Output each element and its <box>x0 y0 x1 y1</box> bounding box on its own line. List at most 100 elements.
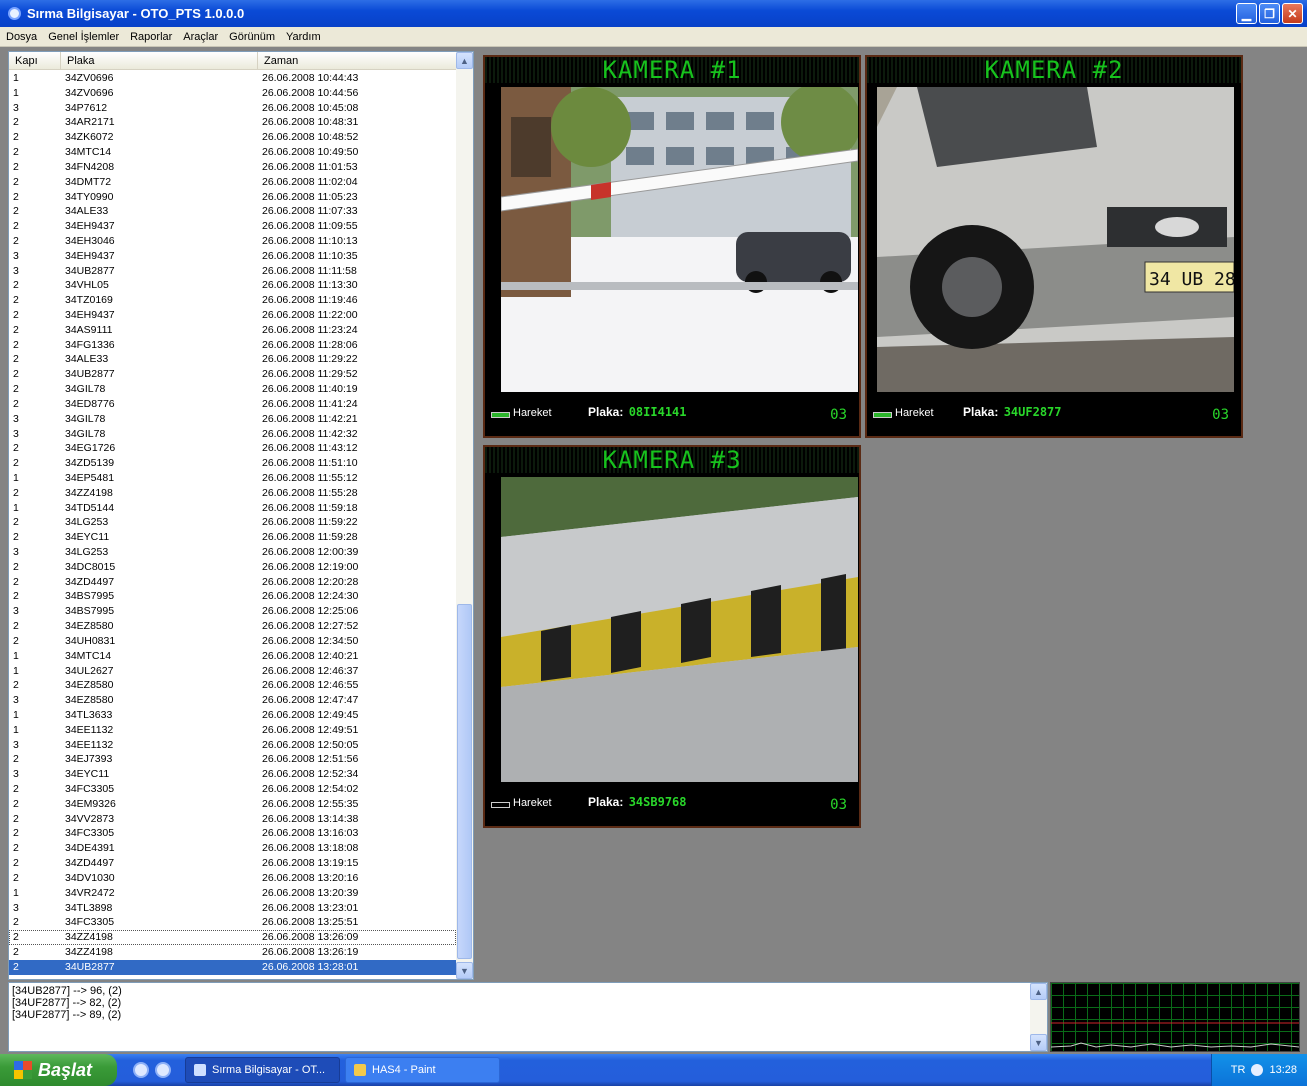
table-row[interactable]: 2 34ALE33 26.06.2008 11:29:22 <box>9 352 456 367</box>
restore-button[interactable]: ❐ <box>1259 3 1280 24</box>
table-row[interactable]: 2 34ALE33 26.06.2008 11:07:33 <box>9 204 456 219</box>
plate-label: Plaka: <box>588 405 624 419</box>
camera-view-3[interactable] <box>501 477 858 782</box>
column-zaman[interactable]: Zaman <box>258 52 456 69</box>
table-row[interactable]: 3 34EZ8580 26.06.2008 12:47:47 <box>9 693 456 708</box>
log-scroll-up-button[interactable]: ▲ <box>1030 983 1047 1000</box>
table-row[interactable]: 3 34P7612 26.06.2008 10:45:08 <box>9 101 456 116</box>
table-row[interactable]: 3 34TL3898 26.06.2008 13:23:01 <box>9 901 456 916</box>
table-row[interactable]: 2 34UB2877 26.06.2008 11:29:52 <box>9 367 456 382</box>
column-kapi[interactable]: Kapı <box>9 52 61 69</box>
log-scroll-down-button[interactable]: ▼ <box>1030 1034 1047 1051</box>
table-row[interactable]: 2 34ZD4497 26.06.2008 12:20:28 <box>9 575 456 590</box>
table-row[interactable]: 2 34FG1336 26.06.2008 11:28:06 <box>9 338 456 353</box>
table-row[interactable]: 2 34ED8776 26.06.2008 11:41:24 <box>9 397 456 412</box>
table-row[interactable]: 2 34TY0990 26.06.2008 11:05:23 <box>9 190 456 205</box>
table-row[interactable]: 2 34FC3305 26.06.2008 12:54:02 <box>9 782 456 797</box>
taskbar-app-paint[interactable]: HAS4 - Paint <box>345 1057 500 1083</box>
start-button[interactable]: Başlat <box>0 1054 117 1086</box>
table-row[interactable]: 2 34TZ0169 26.06.2008 11:19:46 <box>9 293 456 308</box>
table-row[interactable]: 3 34GIL78 26.06.2008 11:42:21 <box>9 412 456 427</box>
cell-zaman: 26.06.2008 11:01:53 <box>262 160 358 173</box>
table-row[interactable]: 2 34DV1030 26.06.2008 13:20:16 <box>9 871 456 886</box>
table-row[interactable]: 2 34EH3046 26.06.2008 11:10:13 <box>9 234 456 249</box>
table-row[interactable]: 2 34EYC11 26.06.2008 11:59:28 <box>9 530 456 545</box>
table-row[interactable]: 2 34FC3305 26.06.2008 13:25:51 <box>9 915 456 930</box>
column-plaka[interactable]: Plaka <box>61 52 258 69</box>
scroll-up-icon: ▲ <box>460 55 469 66</box>
table-row[interactable]: 1 34VR2472 26.06.2008 13:20:39 <box>9 886 456 901</box>
table-row[interactable]: 3 34EH9437 26.06.2008 11:10:35 <box>9 249 456 264</box>
table-row[interactable]: 2 34ZD5139 26.06.2008 11:51:10 <box>9 456 456 471</box>
table-row[interactable]: 2 34ZZ4198 26.06.2008 11:55:28 <box>9 486 456 501</box>
menu-araclar[interactable]: Araçlar <box>183 31 218 43</box>
table-row[interactable]: 3 34EYC11 26.06.2008 12:52:34 <box>9 767 456 782</box>
table-row[interactable]: 2 34MTC14 26.06.2008 10:49:50 <box>9 145 456 160</box>
table-row[interactable]: 1 34ZV0696 26.06.2008 10:44:56 <box>9 86 456 101</box>
menu-genel-islemler[interactable]: Genel İşlemler <box>48 31 119 43</box>
cell-kapi: 2 <box>13 753 19 766</box>
table-row[interactable]: 2 34GIL78 26.06.2008 11:40:19 <box>9 382 456 397</box>
camera-view-1[interactable] <box>501 87 858 392</box>
table-row[interactable]: 2 34DC8015 26.06.2008 12:19:00 <box>9 560 456 575</box>
camera-title: KAMERA #2 <box>867 57 1241 83</box>
table-row[interactable]: 1 34EP5481 26.06.2008 11:55:12 <box>9 471 456 486</box>
table-row[interactable]: 3 34LG253 26.06.2008 12:00:39 <box>9 545 456 560</box>
table-row[interactable]: 3 34BS7995 26.06.2008 12:25:06 <box>9 604 456 619</box>
scroll-thumb[interactable] <box>457 604 472 959</box>
table-row[interactable]: 2 34LG253 26.06.2008 11:59:22 <box>9 515 456 530</box>
menu-gorunum[interactable]: Görünüm <box>229 31 275 43</box>
table-row[interactable]: 2 34ZZ4198 26.06.2008 13:26:19 <box>9 945 456 960</box>
table-row[interactable]: 2 34DE4391 26.06.2008 13:18:08 <box>9 841 456 856</box>
table-row[interactable]: 2 34EH9437 26.06.2008 11:09:55 <box>9 219 456 234</box>
table-row[interactable]: 2 34ZZ4198 26.06.2008 13:26:09 <box>9 930 456 945</box>
table-row[interactable]: 2 34EZ8580 26.06.2008 12:46:55 <box>9 678 456 693</box>
table-row[interactable]: 3 34GIL78 26.06.2008 11:42:32 <box>9 427 456 442</box>
quicklaunch-icon[interactable] <box>155 1062 171 1078</box>
table-row[interactable]: 2 34EZ8580 26.06.2008 12:27:52 <box>9 619 456 634</box>
list-scrollbar[interactable]: ▲ ▼ <box>456 52 473 979</box>
table-row[interactable]: 1 34TD5144 26.06.2008 11:59:18 <box>9 501 456 516</box>
menu-dosya[interactable]: Dosya <box>6 31 37 43</box>
camera-footer: Hareket Plaka: 34SB9768 03 <box>485 791 859 819</box>
language-indicator[interactable]: TR <box>1231 1064 1246 1076</box>
table-row[interactable]: 1 34TL3633 26.06.2008 12:49:45 <box>9 708 456 723</box>
table-row[interactable]: 2 34EM9326 26.06.2008 12:55:35 <box>9 797 456 812</box>
windows-flag-icon <box>14 1061 32 1079</box>
minimize-button[interactable]: ▁ <box>1236 3 1257 24</box>
table-row[interactable]: 2 34ZK6072 26.06.2008 10:48:52 <box>9 130 456 145</box>
scroll-down-button[interactable]: ▼ <box>456 962 473 979</box>
cell-zaman: 26.06.2008 12:51:56 <box>262 753 359 766</box>
table-row[interactable]: 2 34VHL05 26.06.2008 11:13:30 <box>9 278 456 293</box>
table-row[interactable]: 2 34ZD4497 26.06.2008 13:19:15 <box>9 856 456 871</box>
camera-view-2[interactable]: 34 UB 2877 <box>877 87 1234 392</box>
recognition-log[interactable]: [34UB2877] --> 96, (2) [34UF2877] --> 82… <box>8 982 1048 1052</box>
network-icon[interactable] <box>1251 1064 1264 1076</box>
table-row[interactable]: 3 34UB2877 26.06.2008 11:11:58 <box>9 264 456 279</box>
table-row[interactable]: 2 34AR2171 26.06.2008 10:48:31 <box>9 115 456 130</box>
table-row[interactable]: 2 34UH0831 26.06.2008 12:34:50 <box>9 634 456 649</box>
table-row[interactable]: 2 34DMT72 26.06.2008 11:02:04 <box>9 175 456 190</box>
table-row[interactable]: 1 34UL2627 26.06.2008 12:46:37 <box>9 664 456 679</box>
taskbar-app-sirma[interactable]: Sırma Bilgisayar - OT... <box>185 1057 340 1083</box>
plate-log-list[interactable]: Kapı Plaka Zaman 1 34ZV0696 26.06.2008 10:… <box>8 51 474 980</box>
table-row[interactable]: 1 34EE1132 26.06.2008 12:49:51 <box>9 723 456 738</box>
close-button[interactable]: ✕ <box>1282 3 1303 24</box>
table-row[interactable]: 2 34EJ7393 26.06.2008 12:51:56 <box>9 752 456 767</box>
table-row[interactable]: 2 34FN4208 26.06.2008 11:01:53 <box>9 160 456 175</box>
table-row[interactable]: 2 34FC3305 26.06.2008 13:16:03 <box>9 826 456 841</box>
table-row[interactable]: 1 34MTC14 26.06.2008 12:40:21 <box>9 649 456 664</box>
scroll-up-button[interactable]: ▲ <box>456 52 473 69</box>
table-row[interactable]: 1 34ZV0696 26.06.2008 10:44:43 <box>9 71 456 86</box>
log-scrollbar[interactable]: ▲ ▼ <box>1030 983 1047 1051</box>
table-row[interactable]: 2 34EH9437 26.06.2008 11:22:00 <box>9 308 456 323</box>
menu-yardim[interactable]: Yardım <box>286 31 321 43</box>
table-row[interactable]: 2 34UB2877 26.06.2008 13:28:01 <box>9 959 456 975</box>
menu-raporlar[interactable]: Raporlar <box>130 31 172 43</box>
table-row[interactable]: 2 34VV2873 26.06.2008 13:14:38 <box>9 812 456 827</box>
table-row[interactable]: 2 34BS7995 26.06.2008 12:24:30 <box>9 589 456 604</box>
table-row[interactable]: 3 34EE1132 26.06.2008 12:50:05 <box>9 738 456 753</box>
ie-icon[interactable] <box>133 1062 149 1078</box>
table-row[interactable]: 2 34AS9111 26.06.2008 11:23:24 <box>9 323 456 338</box>
table-row[interactable]: 2 34EG1726 26.06.2008 11:43:12 <box>9 441 456 456</box>
